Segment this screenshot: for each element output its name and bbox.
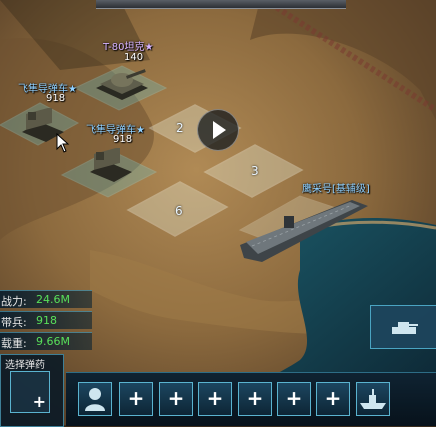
unit-slot-3[interactable]: + [198,382,232,416]
plus-icon: + [285,386,303,410]
commander-icon [85,388,105,411]
battlefield-scene: T-80坦克★ 140 飞隼导弹车★ 918 飞隼导弹车★ 918 鹰采号[基辅… [0,0,436,427]
tank-shortcut-button[interactable] [370,305,436,349]
stat-label: 载重: [1,337,27,350]
unit-count-label: 918 [113,134,133,145]
combat-power-row: 战力: 24.6M [0,290,92,308]
unit-slot-1[interactable]: + [119,382,153,416]
commander-slot[interactable] [78,382,112,416]
tile-number: 2 [176,121,184,135]
tank-icon [392,322,418,334]
play-icon[interactable] [197,109,239,151]
plus-icon: + [127,386,145,410]
stat-label: 战力: [1,295,27,308]
stat-value: 9.66M [36,335,70,348]
warship-slot[interactable] [356,382,390,416]
missile-truck-unit[interactable] [86,148,136,188]
plus-icon: + [246,386,264,410]
ship-name-label: 鹰采号[基辅级] [302,184,370,195]
stat-value: 24.6M [36,293,70,306]
ammo-panel: 选择弹药 + [0,354,64,427]
plus-icon: + [206,386,224,410]
ammo-title: 选择弹药 [5,360,45,371]
tile-number: 6 [175,204,183,218]
plus-icon: + [324,386,342,410]
unit-slot-6[interactable]: + [316,382,350,416]
unit-count-label: 140 [124,52,144,63]
unit-count-label: 918 [46,93,66,104]
stat-value: 918 [36,314,57,327]
tank-unit[interactable] [92,62,152,104]
load-row: 载重: 9.66M [0,332,92,350]
stat-label: 带兵: [1,316,27,329]
mouse-cursor [56,133,70,153]
select-ammo-button[interactable]: + [10,371,50,413]
troops-row: 带兵: 918 [0,311,92,329]
warship-icon [360,389,386,409]
top-bar [96,0,346,9]
unit-slot-5[interactable]: + [277,382,311,416]
plus-icon: + [32,392,46,411]
unit-slot-4[interactable]: + [238,382,272,416]
tile-number: 3 [251,164,259,178]
unit-name-label: T-80坦克★ [103,42,154,53]
plus-icon: + [167,386,185,410]
unit-slot-2[interactable]: + [159,382,193,416]
carrier-unit[interactable] [232,190,372,270]
